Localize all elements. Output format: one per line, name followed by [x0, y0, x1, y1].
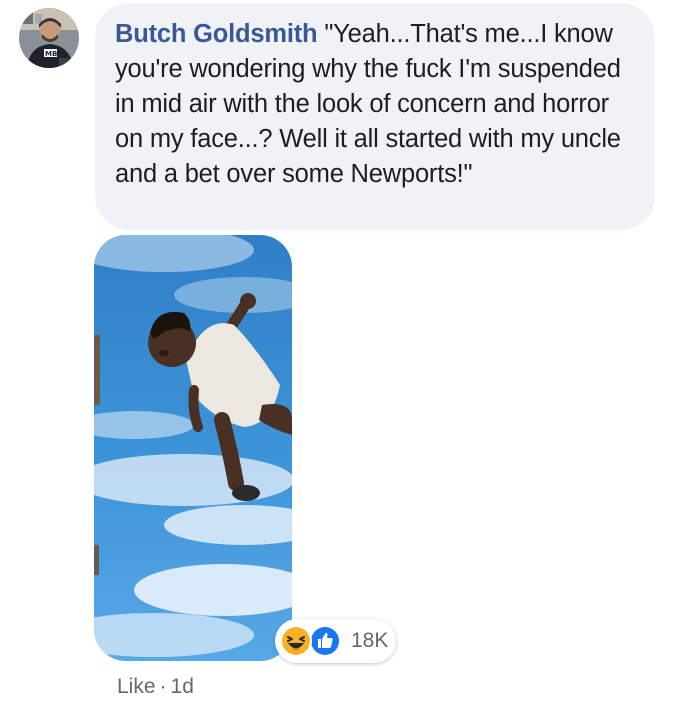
avatar-image: MB	[19, 8, 79, 68]
comment-body: Butch Goldsmith "Yeah...That's me...I kn…	[115, 17, 631, 192]
comment-actions: Like · 1d	[117, 674, 194, 700]
comment-photo[interactable]	[94, 235, 292, 661]
like-icon	[309, 625, 341, 657]
reaction-count: 18K	[351, 629, 389, 652]
separator: ·	[159, 675, 167, 698]
avatar[interactable]: MB	[19, 8, 79, 68]
comment-bubble: Butch Goldsmith "Yeah...That's me...I kn…	[95, 3, 655, 230]
comment-thread: MB Butch Goldsmith "Yeah...That's me...I…	[0, 0, 696, 711]
photo-image	[94, 235, 292, 661]
like-button[interactable]: Like	[117, 675, 156, 698]
haha-icon	[280, 625, 312, 657]
svg-text:MB: MB	[45, 50, 57, 58]
comment-timestamp[interactable]: 1d	[171, 675, 194, 698]
reactions-summary[interactable]: 18K	[275, 619, 396, 663]
comment-author-link[interactable]: Butch Goldsmith	[115, 20, 318, 48]
